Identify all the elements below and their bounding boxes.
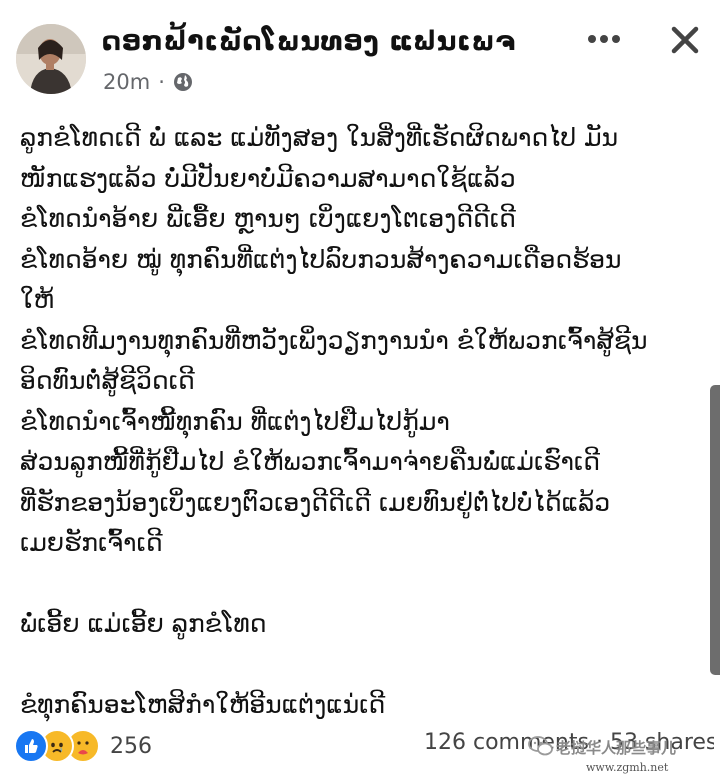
more-horizontal-icon [588, 35, 620, 43]
close-icon [671, 26, 699, 54]
globe-icon[interactable] [173, 72, 193, 92]
author-name[interactable]: ດອກຟ້າເພັດໂພນທອງ ແຟນເພຈ [102, 26, 516, 57]
post-text-line: ໃຫ້ [20, 285, 55, 314]
avatar-photo [16, 24, 86, 94]
post-header: ດອກຟ້າເພັດໂພນທອງ ແຟນເພຈ 20m · [0, 0, 720, 110]
post-text-line: ເມຍຮັກເຈົ້າເດີ [20, 528, 163, 557]
post-text-line: ສ່ວນລູກໜີ້ທີ່ກູ້ຢືມໄປ ຂໍໃຫ້ພວກເຈົ້າມາຈ່າ… [20, 447, 601, 476]
post-blank-line [20, 564, 705, 605]
post-footer: 256 126 comments · 53 shares [0, 720, 720, 770]
post-text-line: ຂໍໂທດນຳເຈົ້າໜີ້ທຸກຄົນ ທີ່ແຕ່ງໄປຢືມໄປກູ້ມ… [20, 406, 450, 436]
post-text-line: ລູກຂໍໂທດເດີ ພໍ່ ແລະ ແມ່ທັງສອງ ໃນສິ່ງທີ່ເ… [20, 123, 619, 152]
comments-shares-count[interactable]: 126 comments · 53 shares [424, 730, 714, 755]
author-avatar[interactable] [16, 24, 86, 94]
post-text-line: ພໍ່ເອີ້ຍ ແມ່ເອີ້ຍ ລູກຂໍໂທດ [20, 609, 267, 638]
post-text-line: ໜັກແຮງແລ້ວ ບໍ່ມີປັນຍາບໍ່ມີຄວາມສາມາດໃຊ້ແລ… [20, 163, 516, 193]
post-text-line: ອິດທົນຕໍ່ສູ້ຊີວິດເດີ [20, 366, 195, 395]
like-icon [14, 729, 48, 763]
post-blank-line [20, 645, 705, 686]
scrollbar[interactable] [710, 385, 720, 675]
post-meta: 20m · [103, 68, 193, 96]
reaction-count[interactable]: 256 [110, 734, 152, 759]
post-body: ລູກຂໍໂທດເດີ ພໍ່ ແລະ ແມ່ທັງສອງ ໃນສິ່ງທີ່ເ… [20, 118, 705, 726]
reactions-summary[interactable]: 256 [14, 728, 152, 764]
post-time[interactable]: 20m [103, 70, 150, 94]
post-text-line: ຂໍໂທດທີມງານທຸກຄົນທີ່ຫວັງເພິ່ງວຽກງານນຳ ຂໍ… [20, 325, 648, 355]
close-button[interactable] [665, 20, 705, 60]
post-text-line: ຂໍໂທດອ້າຍ ໝູ່ ທຸກຄົນທີ່ແຕ່ງໄປລົບກວນສ້າງຄ… [20, 244, 622, 274]
meta-separator: · [158, 70, 165, 94]
post-text-line: ທີ່ຮັກຂອງນ້ອງເບິ່ງແຍງຕົວເອງດີດີເດີ ເມຍທົ… [20, 487, 611, 517]
post-text-line: ຂໍໂທດນຳອ້າຍ ພີ່ເອື້ຍ ຫຼານໆ ເບິ່ງແຍງໂຕເອງ… [20, 204, 516, 233]
more-options-button[interactable] [584, 24, 624, 54]
